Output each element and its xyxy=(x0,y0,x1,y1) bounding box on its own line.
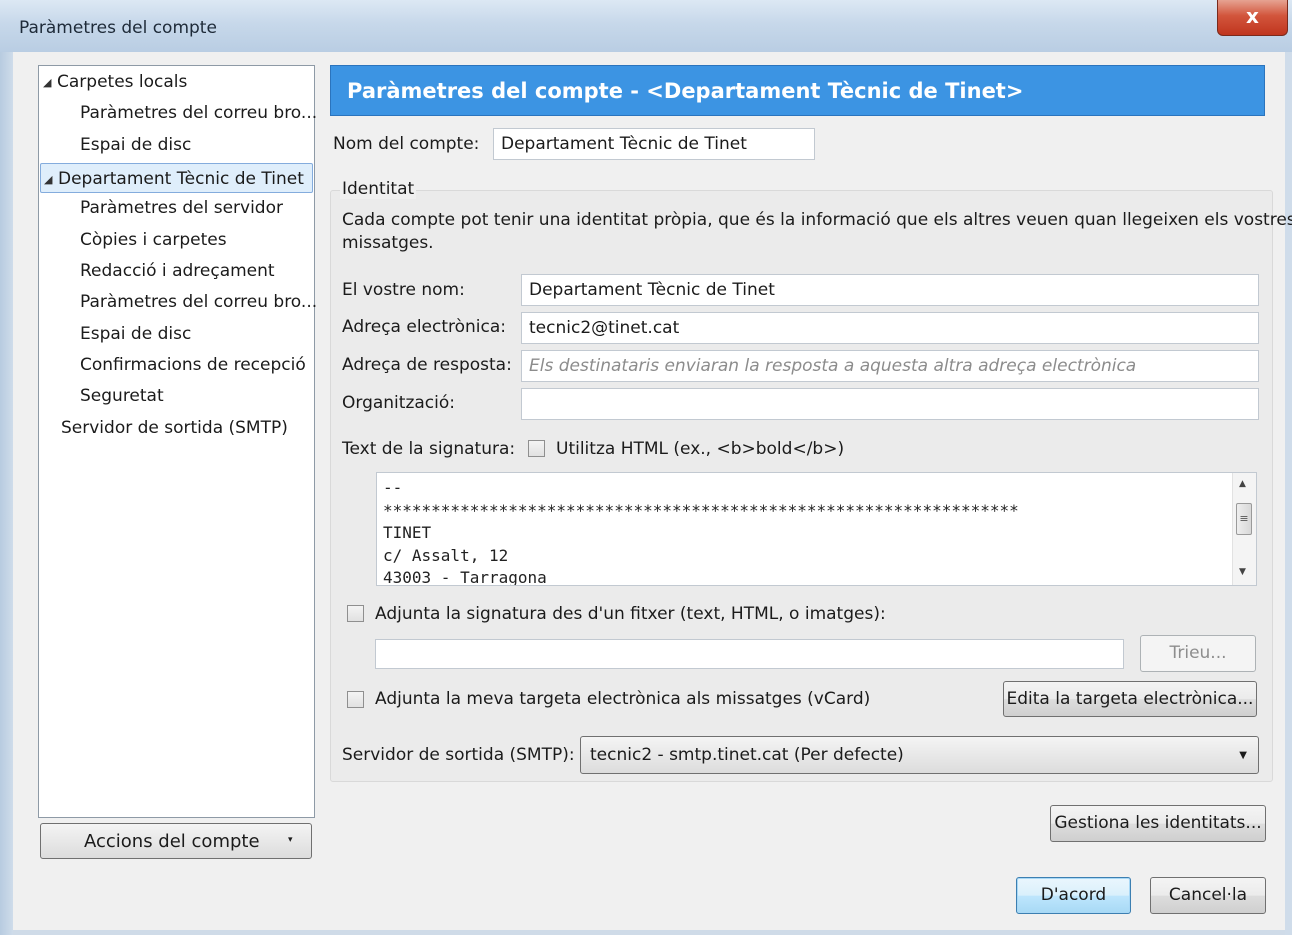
close-button[interactable]: x xyxy=(1217,0,1288,36)
tree-item-label: Carpetes locals xyxy=(57,72,188,92)
attach-signature-file-checkbox[interactable] xyxy=(347,605,364,622)
edit-vcard-button[interactable]: Edita la targeta electrònica... xyxy=(1003,681,1257,717)
settings-header-title: Paràmetres del compte - <Departament Tèc… xyxy=(347,79,1024,103)
title-bar[interactable]: Paràmetres del compte x xyxy=(0,0,1292,52)
tree-item-label: Paràmetres del servidor xyxy=(80,198,283,218)
tree-item-label: Servidor de sortida (SMTP) xyxy=(61,418,288,438)
tree-item-disk-space[interactable]: Espai de disc xyxy=(80,130,191,160)
signature-text[interactable]: -- **************************************… xyxy=(383,477,1019,585)
expand-triangle-icon[interactable]: ◢ xyxy=(43,68,57,98)
email-label: Adreça electrònica: xyxy=(342,317,507,337)
smtp-server-select[interactable]: tecnic2 - smtp.tinet.cat (Per defecte) ▼ xyxy=(580,736,1259,774)
identity-description-line1: Cada compte pot tenir una identitat pròp… xyxy=(342,210,1292,230)
ok-button[interactable]: D'acord xyxy=(1016,877,1131,914)
tree-item-local-folders[interactable]: ◢ Carpetes locals xyxy=(43,67,187,97)
tree-item-composition[interactable]: Redacció i adreçament xyxy=(80,256,275,286)
window-frame-right xyxy=(1285,52,1292,935)
signature-file-path-field[interactable] xyxy=(375,639,1124,669)
scroll-thumb[interactable]: ≡ xyxy=(1236,503,1252,535)
reply-to-field[interactable]: Els destinataris enviaran la resposta a … xyxy=(521,350,1259,382)
tree-item-smtp-server[interactable]: Servidor de sortida (SMTP) xyxy=(61,413,288,443)
scroll-up-icon[interactable]: ▲ xyxy=(1239,479,1246,489)
tree-item-server-settings[interactable]: Paràmetres del servidor xyxy=(80,193,283,223)
reply-to-label: Adreça de resposta: xyxy=(342,355,512,375)
email-field[interactable]: tecnic2@tinet.cat xyxy=(521,312,1259,344)
tree-item-security[interactable]: Seguretat xyxy=(80,381,164,411)
account-name-field[interactable]: Departament Tècnic de Tinet xyxy=(493,128,815,160)
signature-text-label: Text de la signatura: xyxy=(342,439,516,459)
account-settings-window: Paràmetres del compte x ◢ Carpetes locals… xyxy=(0,0,1292,935)
tree-item-tinet-account[interactable]: ◢ Departament Tècnic de Tinet xyxy=(40,163,313,193)
tree-item-label: Redacció i adreçament xyxy=(80,261,275,281)
use-html-checkbox[interactable] xyxy=(528,440,545,457)
tree-item-label: Confirmacions de recepció xyxy=(80,355,306,375)
window-title: Paràmetres del compte xyxy=(19,18,217,38)
tree-item-junk-settings-2[interactable]: Paràmetres del correu bro... xyxy=(80,287,317,317)
attach-vcard-label: Adjunta la meva targeta electrònica als … xyxy=(375,689,871,709)
identity-description-line2: missatges. xyxy=(342,233,434,253)
signature-textarea[interactable]: -- **************************************… xyxy=(376,472,1257,586)
scroll-down-icon[interactable]: ▼ xyxy=(1239,567,1246,577)
tree-item-junk-settings[interactable]: Paràmetres del correu bro... xyxy=(80,98,317,128)
account-name-label: Nom del compte: xyxy=(333,134,480,154)
organization-label: Organització: xyxy=(342,393,455,413)
cancel-button[interactable]: Cancel·la xyxy=(1150,877,1266,914)
tree-item-return-receipts[interactable]: Confirmacions de recepció xyxy=(80,350,306,380)
tree-item-disk-space-2[interactable]: Espai de disc xyxy=(80,319,191,349)
chevron-down-icon[interactable]: ▼ xyxy=(1239,750,1247,761)
use-html-label: Utilitza HTML (ex., <b>bold</b>) xyxy=(556,439,845,459)
tree-item-label: Còpies i carpetes xyxy=(80,230,227,250)
tree-item-label: Espai de disc xyxy=(80,324,192,344)
smtp-server-label: Servidor de sortida (SMTP): xyxy=(342,745,575,765)
account-tree: ◢ Carpetes locals Paràmetres del correu b… xyxy=(38,65,317,818)
window-frame-left xyxy=(0,52,13,935)
tree-item-label: Seguretat xyxy=(80,386,164,406)
tree-item-label: Departament Tècnic de Tinet xyxy=(58,169,304,189)
your-name-field[interactable]: Departament Tècnic de Tinet xyxy=(521,274,1259,306)
account-actions-button[interactable]: Accions del compte ▾ xyxy=(40,823,312,859)
signature-scrollbar[interactable]: ▲ ≡ ▼ xyxy=(1232,473,1256,585)
attach-vcard-checkbox[interactable] xyxy=(347,691,364,708)
close-icon: x xyxy=(1246,4,1259,28)
dropdown-arrow-icon: ▾ xyxy=(288,835,293,845)
identity-group-title: Identitat xyxy=(340,179,417,199)
tree-item-label: Paràmetres del correu bro... xyxy=(80,292,318,312)
tree-item-label: Paràmetres del correu bro... xyxy=(80,103,318,123)
browse-button[interactable]: Trieu... xyxy=(1140,635,1256,672)
attach-signature-file-label: Adjunta la signatura des d'un fitxer (te… xyxy=(375,604,886,624)
dialog-client-area: ◢ Carpetes locals Paràmetres del correu b… xyxy=(13,52,1292,930)
manage-identities-button[interactable]: Gestiona les identitats... xyxy=(1050,805,1266,842)
tree-item-copies-folders[interactable]: Còpies i carpetes xyxy=(80,225,227,255)
organization-field[interactable] xyxy=(521,388,1259,420)
account-actions-label: Accions del compte xyxy=(84,831,260,852)
tree-item-label: Espai de disc xyxy=(80,135,192,155)
expand-triangle-icon[interactable]: ◢ xyxy=(44,165,58,195)
smtp-server-selected-value: tecnic2 - smtp.tinet.cat (Per defecte) xyxy=(590,745,904,765)
settings-header: Paràmetres del compte - <Departament Tèc… xyxy=(330,65,1265,116)
your-name-label: El vostre nom: xyxy=(342,280,465,300)
